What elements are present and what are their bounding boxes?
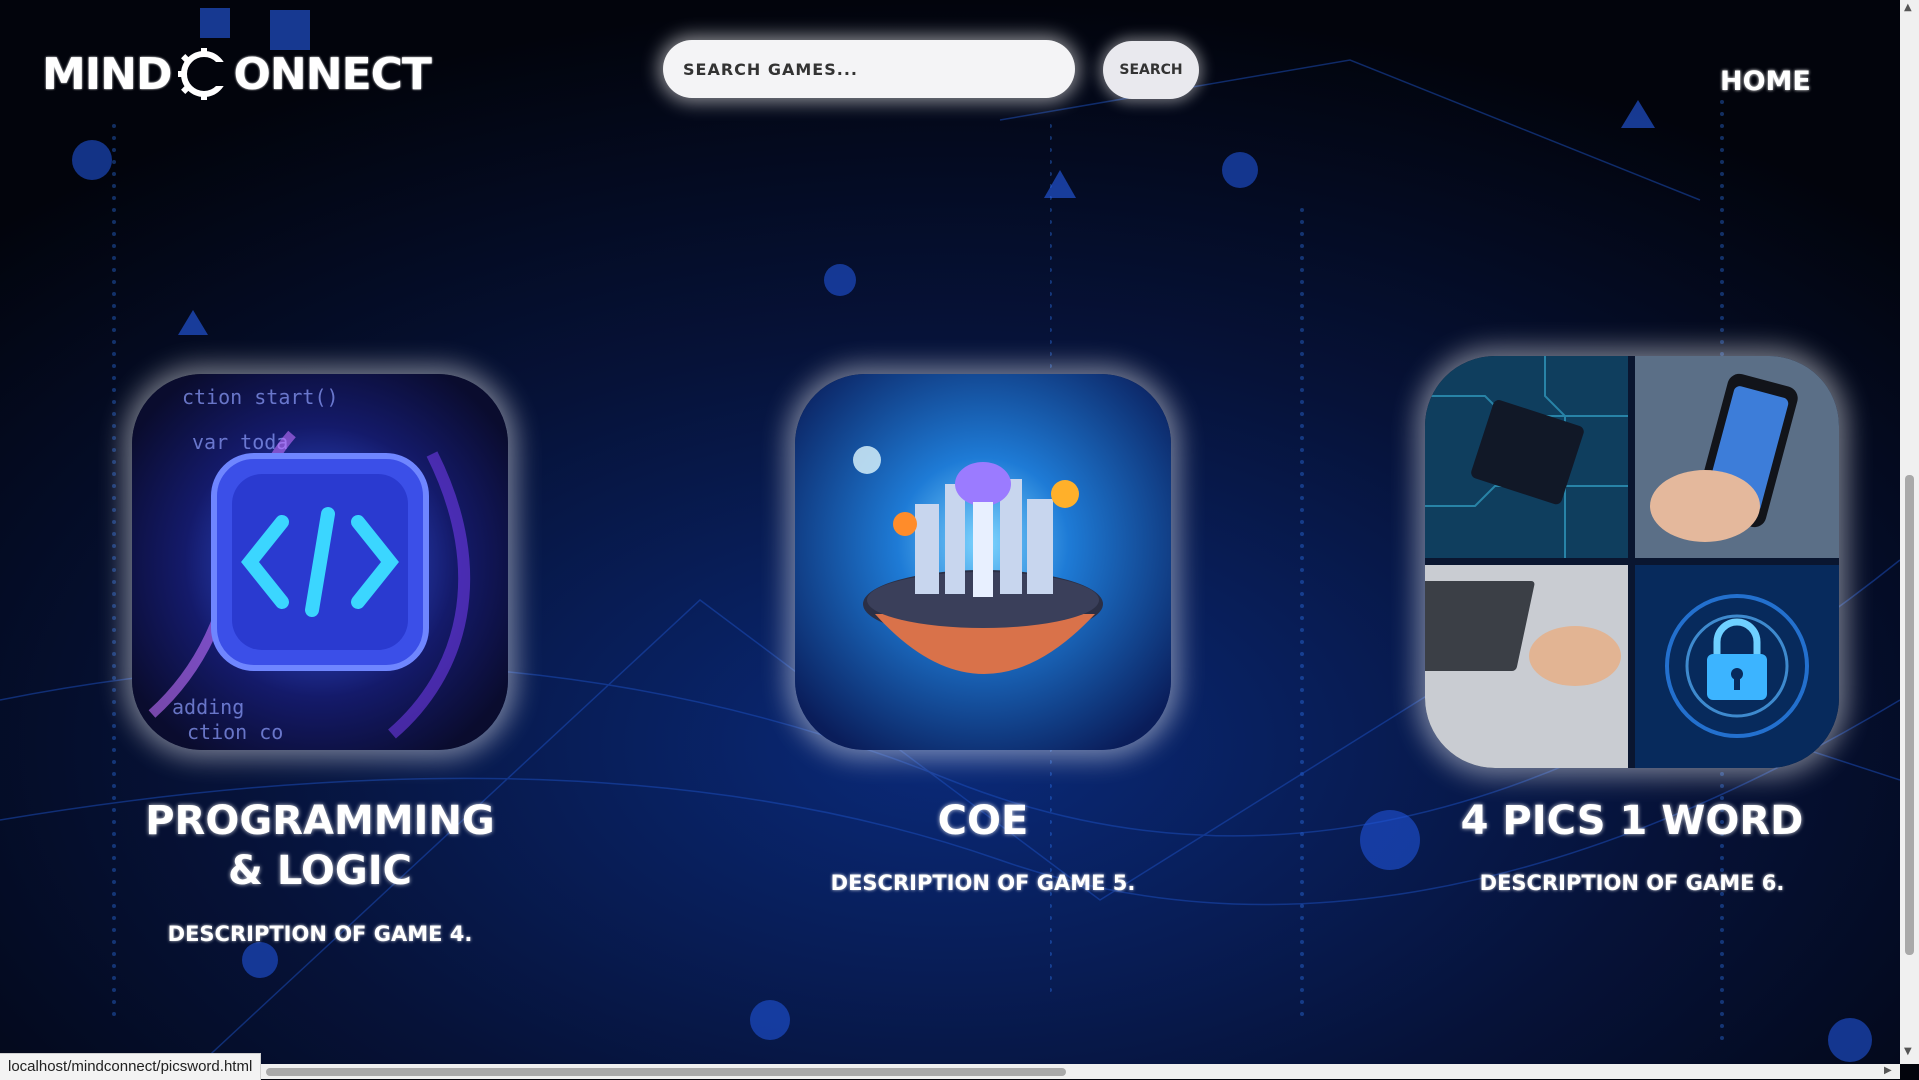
- game-description: DESCRIPTION OF GAME 5.: [830, 871, 1136, 895]
- gear-icon: [177, 48, 232, 100]
- game-description: DESCRIPTION OF GAME 6.: [1479, 871, 1785, 895]
- logo-text-mind: MIND: [42, 48, 173, 100]
- four-pics-collage: [1425, 356, 1839, 768]
- site-header: MIND ONNECT SEARCH HOME: [0, 0, 1900, 150]
- code-line: adding: [172, 695, 244, 719]
- search-input[interactable]: [663, 40, 1075, 98]
- laptop-icon: [1425, 581, 1535, 671]
- search-button[interactable]: SEARCH: [1103, 41, 1199, 99]
- site-logo[interactable]: MIND ONNECT: [42, 44, 432, 104]
- scroll-down-icon[interactable]: ▼: [1904, 1046, 1912, 1057]
- nav-home-link[interactable]: HOME: [1720, 66, 1811, 106]
- game-image-4pics[interactable]: [1425, 356, 1839, 768]
- scroll-right-icon[interactable]: ▶: [1884, 1065, 1892, 1076]
- browser-status-bar: localhost/mindconnect/picsword.html: [0, 1053, 262, 1080]
- city-island-icon: [795, 374, 1171, 750]
- horizontal-scrollbar[interactable]: ▶: [0, 1064, 1900, 1079]
- game-description: DESCRIPTION OF GAME 4.: [167, 922, 473, 946]
- game-image-programming[interactable]: ction start() var toda adding ction co: [132, 374, 508, 750]
- code-app-icon: ction start() var toda adding ction co: [132, 374, 508, 750]
- scroll-thumb[interactable]: [1905, 475, 1914, 955]
- game-image-coe[interactable]: [795, 374, 1171, 750]
- code-line: ction start(): [182, 385, 339, 409]
- scroll-up-icon[interactable]: ▲: [1904, 2, 1912, 13]
- code-line: ction co: [187, 720, 283, 744]
- scroll-thumb[interactable]: [266, 1068, 1066, 1076]
- game-title[interactable]: PROGRAMMING & LOGIC: [130, 796, 510, 896]
- logo-text-onnect: ONNECT: [233, 48, 432, 100]
- game-title[interactable]: COE: [793, 796, 1173, 846]
- game-title[interactable]: 4 PICS 1 WORD: [1442, 796, 1822, 846]
- vertical-scrollbar[interactable]: ▲ ▼: [1900, 0, 1919, 1064]
